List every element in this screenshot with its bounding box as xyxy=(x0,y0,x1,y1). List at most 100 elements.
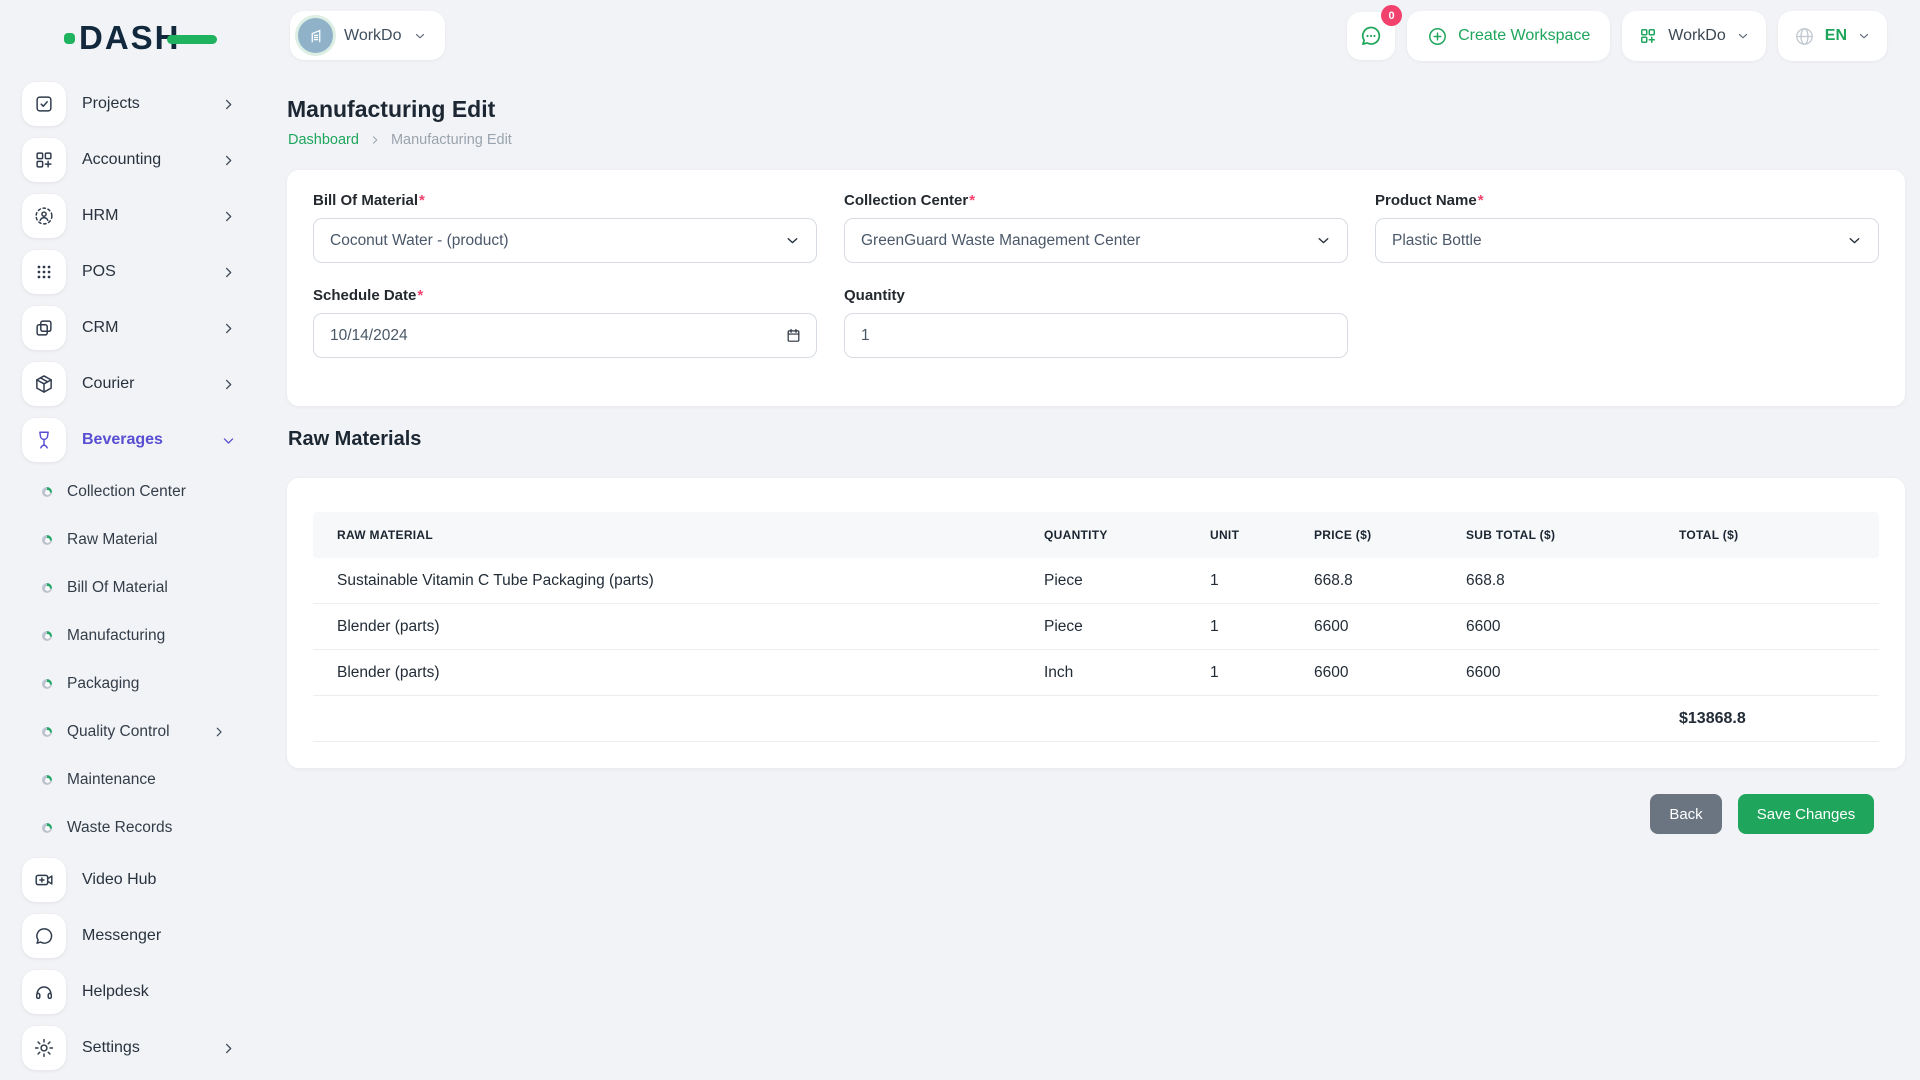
product-name-select[interactable]: Plastic Bottle xyxy=(1375,218,1879,263)
bullet-icon xyxy=(42,775,52,785)
sidebar: Projects Accounting HRM POS CRM Courier … xyxy=(0,76,262,1076)
cell-price: 668.8 xyxy=(1290,572,1442,590)
manufacturing-form-card: Bill Of Material* Coconut Water - (produ… xyxy=(287,170,1905,406)
sidebar-item-label: HRM xyxy=(82,207,118,225)
breadcrumb-dashboard-link[interactable]: Dashboard xyxy=(288,132,359,148)
breadcrumb-current: Manufacturing Edit xyxy=(391,132,512,148)
sidebar-subitem-collection-center[interactable]: Collection Center xyxy=(0,468,262,516)
sidebar-subitem-manufacturing[interactable]: Manufacturing xyxy=(0,612,262,660)
workspace-avatar xyxy=(298,18,333,53)
globe-icon xyxy=(1794,26,1815,47)
sidebar-subitem-waste-records[interactable]: Waste Records xyxy=(0,804,262,852)
sidebar-item-pos[interactable]: POS xyxy=(0,244,262,300)
collection-center-select[interactable]: GreenGuard Waste Management Center xyxy=(844,218,1348,263)
required-mark: * xyxy=(1478,192,1484,209)
sidebar-subitem-label: Maintenance xyxy=(67,771,156,789)
quantity-input[interactable] xyxy=(861,314,1331,357)
workspace-name: WorkDo xyxy=(344,27,402,45)
sidebar-item-messenger[interactable]: Messenger xyxy=(0,908,262,964)
sidebar-item-label: POS xyxy=(82,263,116,281)
wine-glass-icon xyxy=(22,418,66,462)
column-header-price: PRICE ($) xyxy=(1290,528,1442,542)
collection-center-field: Collection Center* GreenGuard Waste Mana… xyxy=(844,192,1348,263)
workspace-selector[interactable]: WorkDo xyxy=(290,11,445,60)
column-header-unit: UNIT xyxy=(1186,528,1290,542)
chevron-right-icon xyxy=(212,725,226,739)
chevron-down-icon xyxy=(1857,29,1871,43)
create-workspace-button[interactable]: Create Workspace xyxy=(1407,11,1610,61)
grid-plus-icon xyxy=(22,138,66,182)
sidebar-item-accounting[interactable]: Accounting xyxy=(0,132,262,188)
sidebar-item-settings[interactable]: Settings xyxy=(0,1020,262,1076)
bill-of-material-value: Coconut Water - (product) xyxy=(330,232,509,250)
bill-of-material-select[interactable]: Coconut Water - (product) xyxy=(313,218,817,263)
chevron-down-icon xyxy=(1846,232,1863,249)
required-mark: * xyxy=(417,287,423,304)
collection-center-label: Collection Center* xyxy=(844,192,1348,209)
sidebar-item-helpdesk[interactable]: Helpdesk xyxy=(0,964,262,1020)
product-name-value: Plastic Bottle xyxy=(1392,232,1482,250)
quantity-field: Quantity xyxy=(844,287,1348,358)
column-header-raw-material: RAW MATERIAL xyxy=(313,528,1020,542)
cell-unit: 1 xyxy=(1186,618,1290,636)
cell-sub-total: 6600 xyxy=(1442,664,1655,682)
bullet-icon xyxy=(42,535,52,545)
table-row: Blender (parts) Inch 1 6600 6600 xyxy=(313,650,1879,696)
sidebar-item-label: Projects xyxy=(82,95,140,113)
bill-of-material-field: Bill Of Material* Coconut Water - (produ… xyxy=(313,192,817,263)
bullet-icon xyxy=(42,679,52,689)
building-icon xyxy=(306,26,326,46)
cell-material: Blender (parts) xyxy=(313,618,1020,636)
chevron-right-icon xyxy=(221,321,236,336)
save-changes-button[interactable]: Save Changes xyxy=(1738,794,1874,834)
sidebar-item-crm[interactable]: CRM xyxy=(0,300,262,356)
sidebar-item-label: Messenger xyxy=(82,927,161,945)
cell-quantity: Inch xyxy=(1020,664,1186,682)
grand-total-value: $13868.8 xyxy=(1655,710,1879,728)
breadcrumb: Dashboard Manufacturing Edit xyxy=(288,132,512,148)
sidebar-item-label: Accounting xyxy=(82,151,161,169)
column-header-total: TOTAL ($) xyxy=(1655,528,1879,542)
cell-unit: 1 xyxy=(1186,664,1290,682)
app-menu-button[interactable]: WorkDo xyxy=(1622,11,1766,61)
bullet-icon xyxy=(42,631,52,641)
sidebar-subitem-quality-control[interactable]: Quality Control xyxy=(0,708,262,756)
schedule-date-input[interactable] xyxy=(330,314,800,357)
sidebar-subitem-bill-of-material[interactable]: Bill Of Material xyxy=(0,564,262,612)
sidebar-item-label: Helpdesk xyxy=(82,983,149,1001)
required-mark: * xyxy=(419,192,425,209)
sidebar-subitem-maintenance[interactable]: Maintenance xyxy=(0,756,262,804)
app-menu-label: WorkDo xyxy=(1668,27,1726,45)
sidebar-item-courier[interactable]: Courier xyxy=(0,356,262,412)
user-dashed-circle-icon xyxy=(22,194,66,238)
chevron-right-icon xyxy=(221,265,236,280)
package-icon xyxy=(22,362,66,406)
sidebar-subitem-packaging[interactable]: Packaging xyxy=(0,660,262,708)
page-title: Manufacturing Edit xyxy=(287,96,495,123)
spacer-field xyxy=(1375,287,1879,358)
messages-button[interactable]: 0 xyxy=(1347,12,1395,60)
sidebar-item-video-hub[interactable]: Video Hub xyxy=(0,852,262,908)
table-row: Sustainable Vitamin C Tube Packaging (pa… xyxy=(313,558,1879,604)
table-total-row: $13868.8 xyxy=(313,696,1879,742)
plus-circle-icon xyxy=(1427,26,1448,47)
sidebar-item-hrm[interactable]: HRM xyxy=(0,188,262,244)
sidebar-item-projects[interactable]: Projects xyxy=(0,76,262,132)
calendar-icon[interactable] xyxy=(785,327,802,344)
create-workspace-label: Create Workspace xyxy=(1458,27,1590,45)
chevron-right-icon xyxy=(221,209,236,224)
language-selector[interactable]: EN xyxy=(1778,11,1887,61)
back-button[interactable]: Back xyxy=(1650,794,1722,834)
bullet-icon xyxy=(42,583,52,593)
column-header-quantity: QUANTITY xyxy=(1020,528,1186,542)
cell-material: Blender (parts) xyxy=(313,664,1020,682)
sidebar-item-label: Courier xyxy=(82,375,134,393)
sidebar-item-beverages[interactable]: Beverages xyxy=(0,412,262,468)
bullet-icon xyxy=(42,823,52,833)
sidebar-subitem-label: Bill Of Material xyxy=(67,579,168,597)
sidebar-subitem-label: Packaging xyxy=(67,675,139,693)
raw-materials-heading: Raw Materials xyxy=(288,428,421,451)
sidebar-subitem-raw-material[interactable]: Raw Material xyxy=(0,516,262,564)
topbar-actions: 0 Create Workspace WorkDo EN xyxy=(1347,11,1887,61)
bill-of-material-label: Bill Of Material* xyxy=(313,192,817,209)
